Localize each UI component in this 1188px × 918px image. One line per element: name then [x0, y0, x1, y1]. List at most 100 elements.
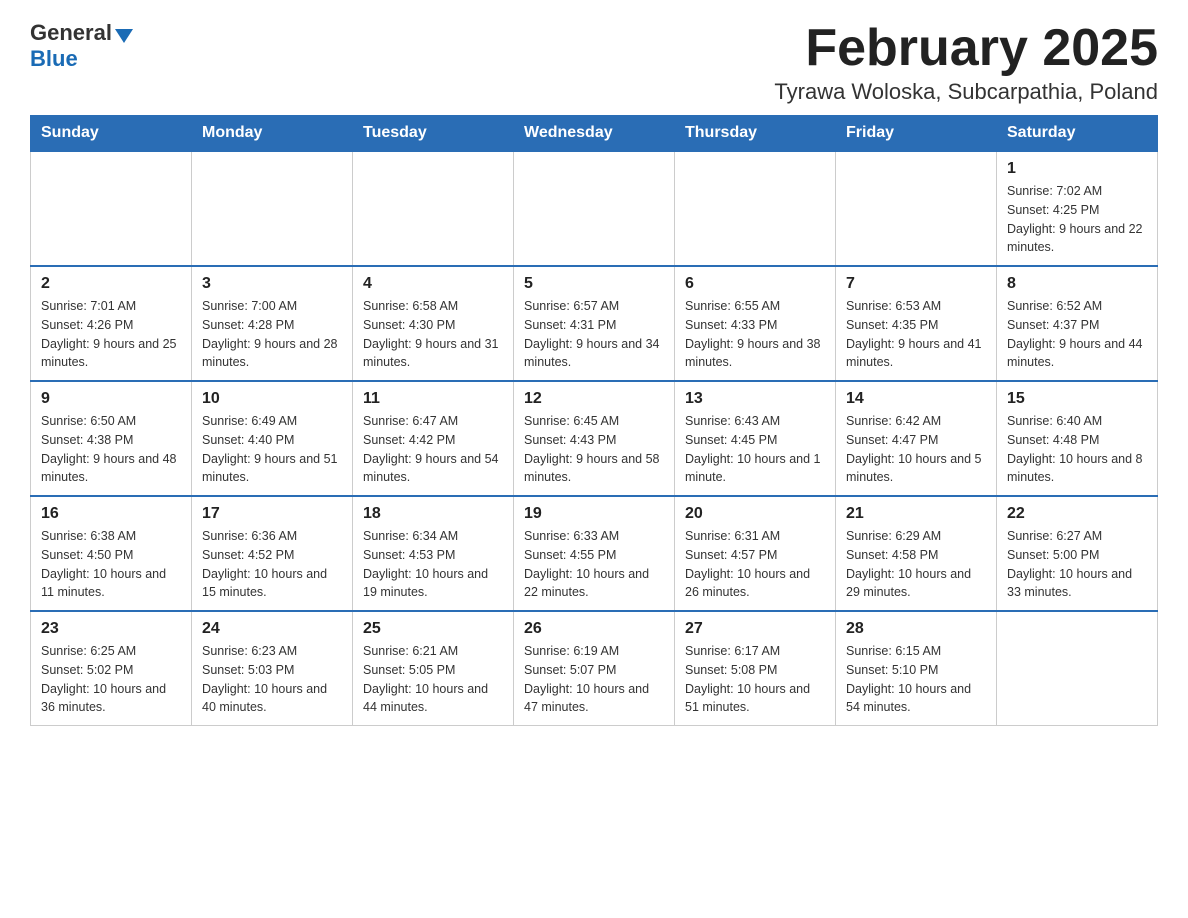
day-cell: 11 Sunrise: 6:47 AM Sunset: 4:42 PM Dayli…: [353, 381, 514, 496]
location-title: Tyrawa Woloska, Subcarpathia, Poland: [774, 79, 1158, 105]
day-cell: 15 Sunrise: 6:40 AM Sunset: 4:48 PM Dayli…: [997, 381, 1158, 496]
day-info: Sunrise: 6:21 AM Sunset: 5:05 PM Dayligh…: [363, 642, 503, 717]
week-row-2: 9 Sunrise: 6:50 AM Sunset: 4:38 PM Daylig…: [31, 381, 1158, 496]
day-number: 26: [524, 620, 664, 638]
day-cell: [514, 151, 675, 266]
day-info: Sunrise: 6:55 AM Sunset: 4:33 PM Dayligh…: [685, 297, 825, 372]
day-cell: 20Sunrise: 6:31 AM Sunset: 4:57 PM Dayli…: [675, 496, 836, 611]
day-cell: 22 Sunrise: 6:27 AM Sunset: 5:00 PM Dayli…: [997, 496, 1158, 611]
day-cell: 1 Sunrise: 7:02 AM Sunset: 4:25 PM Daylig…: [997, 151, 1158, 266]
day-info: Sunrise: 6:58 AM Sunset: 4:30 PM Dayligh…: [363, 297, 503, 372]
col-header-thursday: Thursday: [675, 116, 836, 152]
day-info: Sunrise: 6:17 AM Sunset: 5:08 PM Dayligh…: [685, 642, 825, 717]
day-info: Sunrise: 6:42 AM Sunset: 4:47 PM Dayligh…: [846, 412, 986, 487]
day-info: Sunrise: 6:40 AM Sunset: 4:48 PM Dayligh…: [1007, 412, 1147, 487]
day-number: 22: [1007, 505, 1147, 523]
day-info: Sunrise: 6:45 AM Sunset: 4:43 PM Dayligh…: [524, 412, 664, 487]
day-info: Sunrise: 7:01 AM Sunset: 4:26 PM Dayligh…: [41, 297, 181, 372]
day-cell: 17 Sunrise: 6:36 AM Sunset: 4:52 PM Dayli…: [192, 496, 353, 611]
day-number: 20: [685, 505, 825, 523]
day-number: 12: [524, 390, 664, 408]
day-cell: 18 Sunrise: 6:34 AM Sunset: 4:53 PM Dayli…: [353, 496, 514, 611]
day-cell: 7 Sunrise: 6:53 AM Sunset: 4:35 PM Daylig…: [836, 266, 997, 381]
day-cell: 19 Sunrise: 6:33 AM Sunset: 4:55 PM Dayli…: [514, 496, 675, 611]
day-number: 1: [1007, 160, 1147, 178]
day-cell: [31, 151, 192, 266]
week-row-0: 1 Sunrise: 7:02 AM Sunset: 4:25 PM Daylig…: [31, 151, 1158, 266]
title-block: February 2025 Tyrawa Woloska, Subcarpath…: [774, 20, 1158, 105]
day-number: 25: [363, 620, 503, 638]
day-number: 19: [524, 505, 664, 523]
day-number: 4: [363, 275, 503, 293]
day-number: 3: [202, 275, 342, 293]
day-cell: 13 Sunrise: 6:43 AM Sunset: 4:45 PM Dayli…: [675, 381, 836, 496]
logo-triangle-icon: [115, 29, 133, 43]
col-header-wednesday: Wednesday: [514, 116, 675, 152]
day-number: 8: [1007, 275, 1147, 293]
day-cell: 8 Sunrise: 6:52 AM Sunset: 4:37 PM Daylig…: [997, 266, 1158, 381]
day-cell: 2 Sunrise: 7:01 AM Sunset: 4:26 PM Daylig…: [31, 266, 192, 381]
month-title: February 2025: [774, 20, 1158, 77]
day-cell: 25 Sunrise: 6:21 AM Sunset: 5:05 PM Dayli…: [353, 611, 514, 726]
day-number: 18: [363, 505, 503, 523]
day-cell: 27 Sunrise: 6:17 AM Sunset: 5:08 PM Dayli…: [675, 611, 836, 726]
day-number: 15: [1007, 390, 1147, 408]
day-number: 24: [202, 620, 342, 638]
day-number: 27: [685, 620, 825, 638]
day-info: Sunrise: 6:15 AM Sunset: 5:10 PM Dayligh…: [846, 642, 986, 717]
day-number: 16: [41, 505, 181, 523]
day-info: Sunrise: 7:00 AM Sunset: 4:28 PM Dayligh…: [202, 297, 342, 372]
logo-general: General: [30, 20, 112, 46]
day-cell: 4 Sunrise: 6:58 AM Sunset: 4:30 PM Daylig…: [353, 266, 514, 381]
day-cell: 23Sunrise: 6:25 AM Sunset: 5:02 PM Dayli…: [31, 611, 192, 726]
day-cell: [675, 151, 836, 266]
week-row-3: 16 Sunrise: 6:38 AM Sunset: 4:50 PM Dayli…: [31, 496, 1158, 611]
col-header-monday: Monday: [192, 116, 353, 152]
day-cell: 3 Sunrise: 7:00 AM Sunset: 4:28 PM Daylig…: [192, 266, 353, 381]
day-cell: 16 Sunrise: 6:38 AM Sunset: 4:50 PM Dayli…: [31, 496, 192, 611]
day-number: 2: [41, 275, 181, 293]
day-info: Sunrise: 6:25 AM Sunset: 5:02 PM Dayligh…: [41, 642, 181, 717]
page-header: General Blue February 2025 Tyrawa Wolosk…: [30, 20, 1158, 105]
day-info: Sunrise: 6:36 AM Sunset: 4:52 PM Dayligh…: [202, 527, 342, 602]
day-cell: [997, 611, 1158, 726]
day-cell: 14 Sunrise: 6:42 AM Sunset: 4:47 PM Dayli…: [836, 381, 997, 496]
day-cell: 6 Sunrise: 6:55 AM Sunset: 4:33 PM Daylig…: [675, 266, 836, 381]
col-header-saturday: Saturday: [997, 116, 1158, 152]
calendar-table: SundayMondayTuesdayWednesdayThursdayFrid…: [30, 115, 1158, 726]
day-info: Sunrise: 6:27 AM Sunset: 5:00 PM Dayligh…: [1007, 527, 1147, 602]
day-info: Sunrise: 6:47 AM Sunset: 4:42 PM Dayligh…: [363, 412, 503, 487]
day-number: 14: [846, 390, 986, 408]
day-number: 9: [41, 390, 181, 408]
day-number: 17: [202, 505, 342, 523]
day-cell: 9 Sunrise: 6:50 AM Sunset: 4:38 PM Daylig…: [31, 381, 192, 496]
day-info: Sunrise: 6:23 AM Sunset: 5:03 PM Dayligh…: [202, 642, 342, 717]
day-info: Sunrise: 6:53 AM Sunset: 4:35 PM Dayligh…: [846, 297, 986, 372]
day-cell: [353, 151, 514, 266]
day-cell: 26Sunrise: 6:19 AM Sunset: 5:07 PM Dayli…: [514, 611, 675, 726]
day-info: Sunrise: 7:02 AM Sunset: 4:25 PM Dayligh…: [1007, 182, 1147, 257]
day-number: 10: [202, 390, 342, 408]
day-cell: 28Sunrise: 6:15 AM Sunset: 5:10 PM Dayli…: [836, 611, 997, 726]
day-info: Sunrise: 6:57 AM Sunset: 4:31 PM Dayligh…: [524, 297, 664, 372]
day-cell: 5 Sunrise: 6:57 AM Sunset: 4:31 PM Daylig…: [514, 266, 675, 381]
col-header-friday: Friday: [836, 116, 997, 152]
logo: General Blue: [30, 20, 133, 72]
day-number: 21: [846, 505, 986, 523]
day-info: Sunrise: 6:49 AM Sunset: 4:40 PM Dayligh…: [202, 412, 342, 487]
day-number: 7: [846, 275, 986, 293]
day-info: Sunrise: 6:50 AM Sunset: 4:38 PM Dayligh…: [41, 412, 181, 487]
day-cell: 12 Sunrise: 6:45 AM Sunset: 4:43 PM Dayli…: [514, 381, 675, 496]
day-info: Sunrise: 6:33 AM Sunset: 4:55 PM Dayligh…: [524, 527, 664, 602]
day-number: 11: [363, 390, 503, 408]
day-number: 13: [685, 390, 825, 408]
day-info: Sunrise: 6:52 AM Sunset: 4:37 PM Dayligh…: [1007, 297, 1147, 372]
week-row-4: 23Sunrise: 6:25 AM Sunset: 5:02 PM Dayli…: [31, 611, 1158, 726]
day-info: Sunrise: 6:34 AM Sunset: 4:53 PM Dayligh…: [363, 527, 503, 602]
day-info: Sunrise: 6:38 AM Sunset: 4:50 PM Dayligh…: [41, 527, 181, 602]
day-info: Sunrise: 6:29 AM Sunset: 4:58 PM Dayligh…: [846, 527, 986, 602]
day-number: 5: [524, 275, 664, 293]
day-cell: [192, 151, 353, 266]
day-number: 6: [685, 275, 825, 293]
day-info: Sunrise: 6:43 AM Sunset: 4:45 PM Dayligh…: [685, 412, 825, 487]
